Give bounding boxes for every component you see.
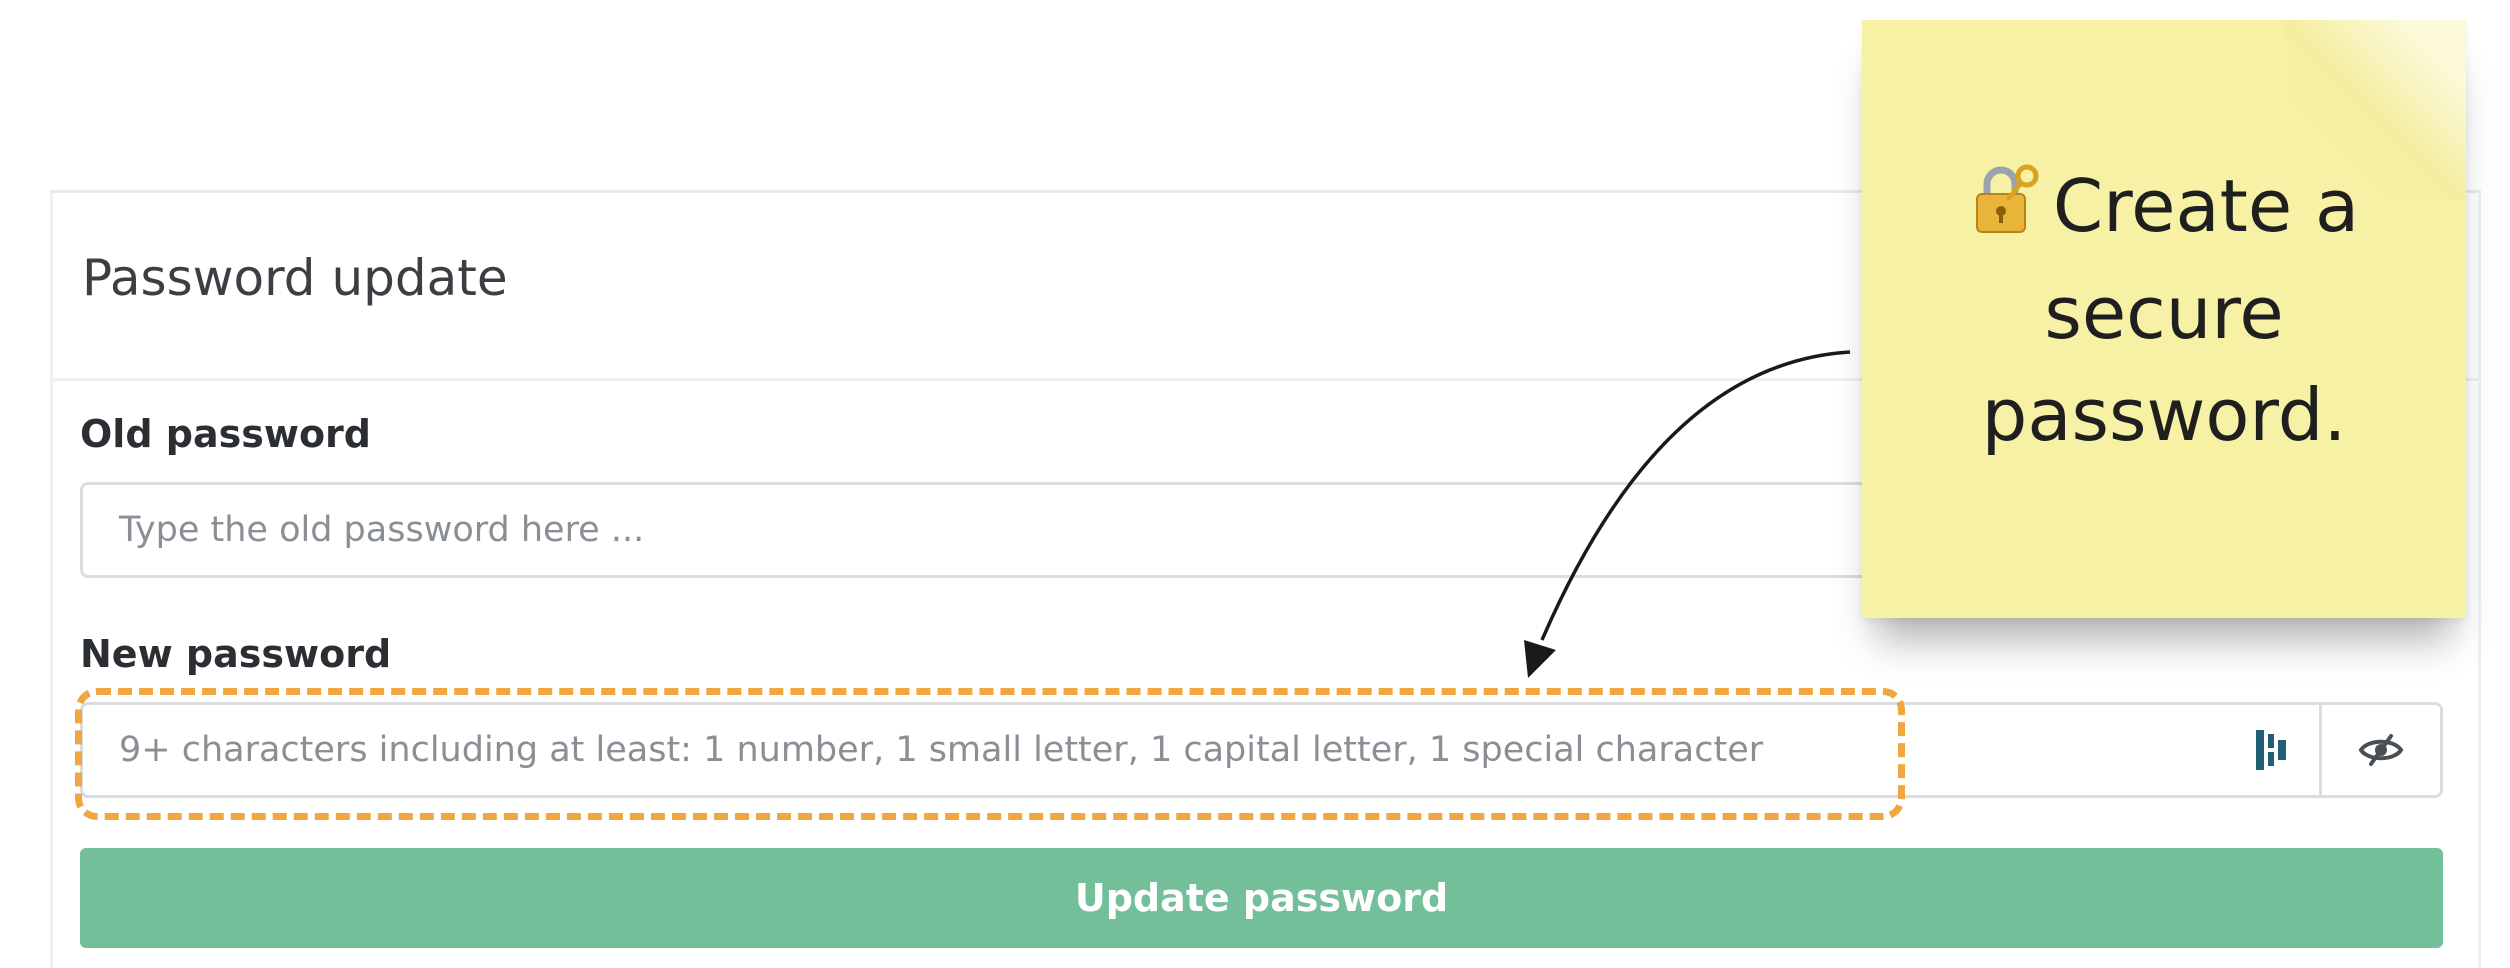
sticky-note-text: Create a secure password. bbox=[1862, 155, 2466, 466]
sticky-note: Create a secure password. bbox=[1862, 20, 2466, 618]
toggle-visibility-button[interactable] bbox=[2319, 705, 2440, 795]
eye-slash-icon bbox=[2358, 734, 2404, 766]
new-password-input[interactable]: 9+ characters including at least: 1 numb… bbox=[80, 702, 2443, 798]
sticky-note-line-2: secure bbox=[2044, 271, 2284, 356]
card-title: Password update bbox=[82, 249, 508, 307]
old-password-label: Old password bbox=[80, 412, 371, 456]
page: Password update Old password Type the ol… bbox=[0, 0, 2510, 968]
password-manager-icon[interactable] bbox=[2222, 705, 2322, 795]
new-password-placeholder: 9+ characters including at least: 1 numb… bbox=[119, 730, 1764, 770]
sticky-note-line-3: password. bbox=[1981, 373, 2347, 458]
sticky-note-line-1: Create a bbox=[2052, 164, 2360, 248]
old-password-placeholder: Type the old password here ... bbox=[119, 510, 645, 550]
old-password-input[interactable]: Type the old password here ... bbox=[80, 482, 1880, 578]
new-password-label: New password bbox=[80, 632, 392, 676]
lock-with-key-icon bbox=[1969, 160, 2043, 262]
update-password-button[interactable]: Update password bbox=[80, 848, 2443, 948]
